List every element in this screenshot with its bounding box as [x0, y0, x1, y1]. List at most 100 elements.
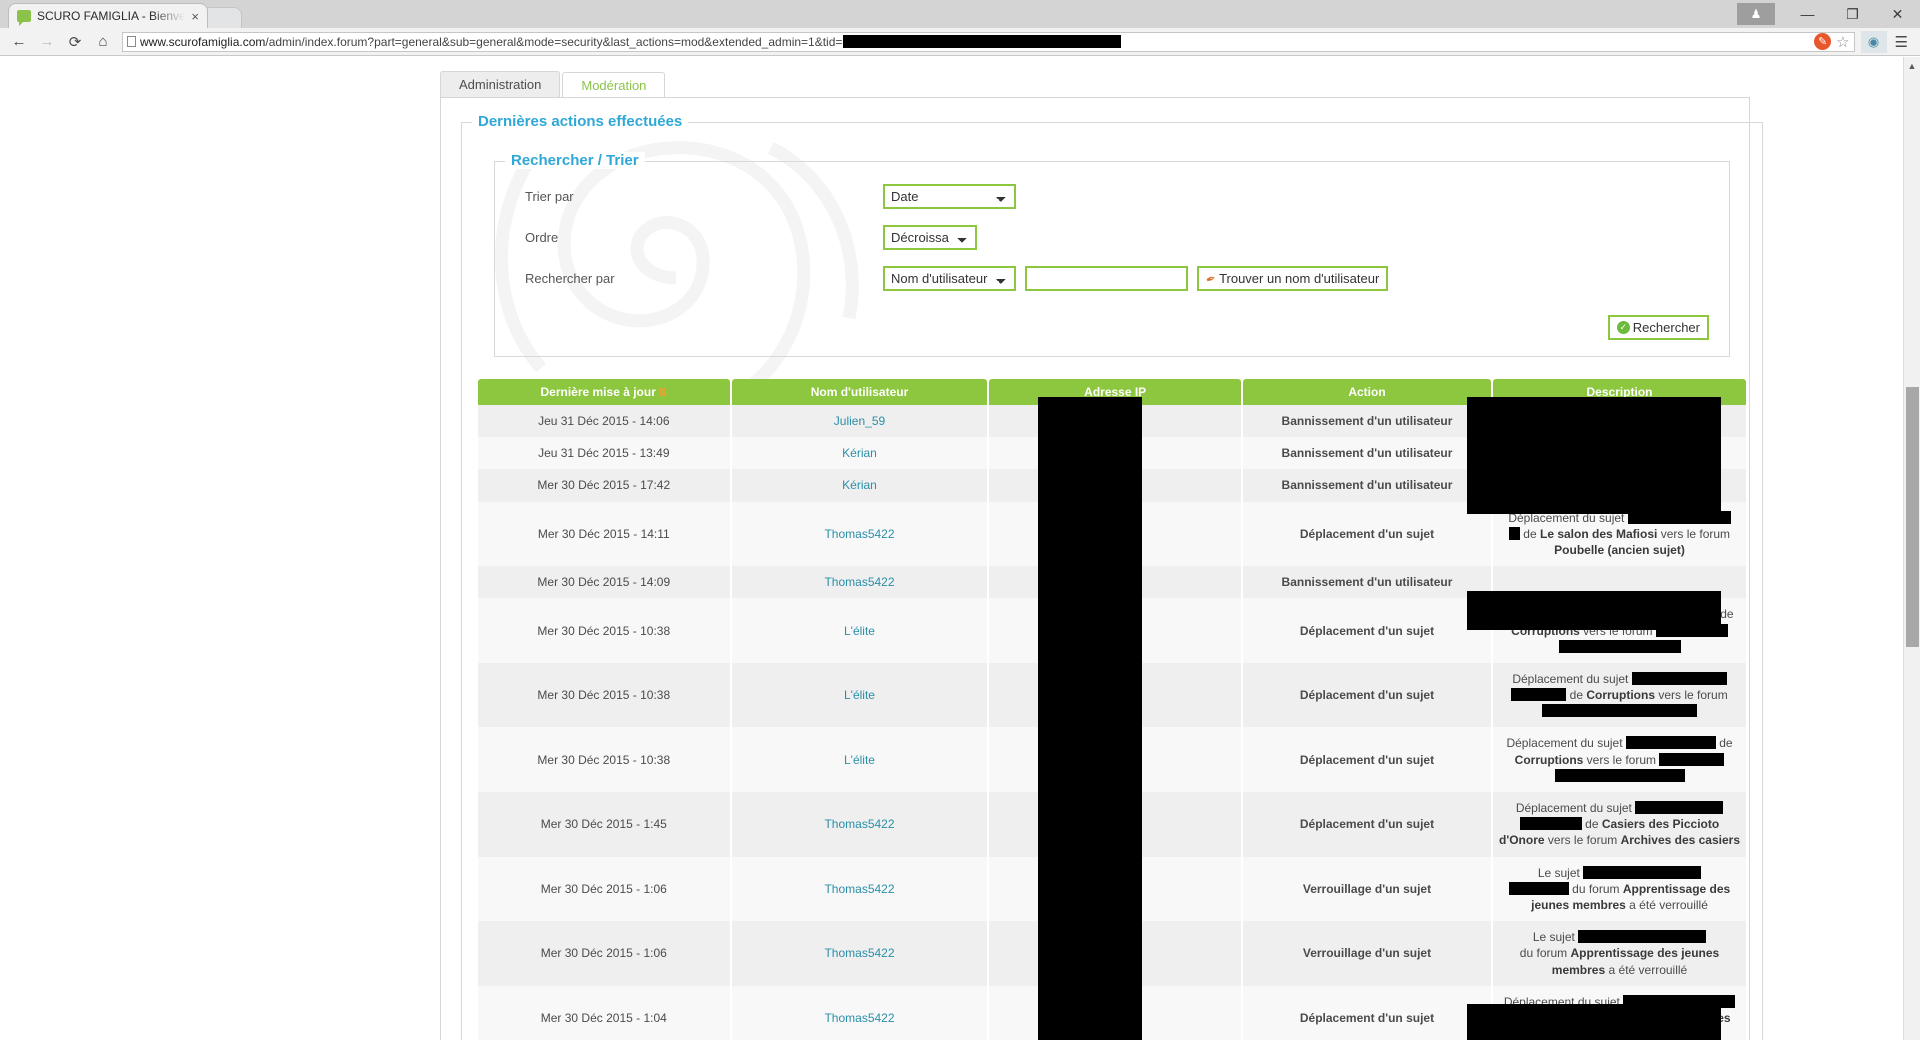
cell-username: Julien_59: [731, 405, 988, 438]
profile-icon[interactable]: ♟: [1737, 3, 1775, 25]
cell-action: Bannissement d'un utilisateur: [1242, 469, 1492, 502]
cell-description: Le sujet du forum Apprentissage des jeun…: [1493, 921, 1746, 986]
page-content: Administration Modération Dernières acti…: [0, 57, 1880, 1040]
browser-window: SCURO FAMIGLIA - Bienve × ♟ — ❐ ✕ ← → ⟳ …: [0, 0, 1920, 1040]
cell-action: Déplacement d'un sujet: [1242, 727, 1492, 792]
username-link[interactable]: Kérian: [842, 446, 877, 460]
header-action[interactable]: Action: [1242, 379, 1492, 405]
content-wrapper: Administration Modération Dernières acti…: [0, 57, 1880, 1040]
cell-date: Mer 30 Déc 2015 - 1:06: [478, 856, 730, 922]
search-by-row: Rechercher par Nom d'utilisateur ✒ Trouv…: [511, 266, 1713, 291]
tab-moderation-label: Modération: [581, 78, 647, 93]
tab-administration[interactable]: Administration: [440, 71, 561, 97]
header-last-update-label: Dernière mise à jour: [540, 385, 656, 399]
cell-action: Verrouillage d'un sujet: [1242, 856, 1492, 922]
sort-by-select[interactable]: Date: [883, 184, 1016, 209]
cell-action: Bannissement d'un utilisateur: [1242, 566, 1492, 599]
cell-action: Déplacement d'un sujet: [1242, 598, 1492, 663]
cell-username: L'élite: [731, 662, 988, 728]
address-bar[interactable]: www.scurofamiglia.com/admin/index.forum?…: [122, 31, 1855, 52]
check-circle-icon: ✓: [1616, 321, 1630, 334]
cell-username: Thomas5422: [731, 856, 988, 922]
username-link[interactable]: Thomas5422: [824, 1011, 894, 1025]
username-link[interactable]: L'élite: [844, 624, 875, 638]
close-icon[interactable]: ×: [191, 9, 199, 24]
cell-action: Déplacement d'un sujet: [1242, 501, 1492, 567]
username-link[interactable]: Julien_59: [834, 414, 885, 428]
search-submit-button[interactable]: ✓ Rechercher: [1607, 315, 1709, 340]
description-redaction-block-3: [1467, 1004, 1721, 1040]
cell-username: L'élite: [731, 598, 988, 663]
search-submit-row: ✓ Rechercher: [511, 307, 1713, 342]
bookmark-star-icon[interactable]: ☆: [1836, 33, 1849, 51]
camera-icon[interactable]: ◉: [1860, 30, 1887, 53]
last-actions-legend: Dernières actions effectuées: [472, 113, 689, 130]
scrollbar-thumb[interactable]: [1906, 387, 1919, 647]
tab-administration-label: Administration: [459, 77, 542, 92]
cell-description: Le sujet du forum Apprentissage des jeun…: [1493, 856, 1746, 922]
search-by-label: Rechercher par: [525, 271, 615, 286]
cell-date: Mer 30 Déc 2015 - 10:38: [478, 598, 730, 663]
new-tab-button[interactable]: [202, 7, 242, 28]
username-link[interactable]: Thomas5422: [824, 817, 894, 831]
search-sort-fieldset: Rechercher / Trier Trier par Date Ordre …: [494, 152, 1730, 357]
cell-date: Jeu 31 Déc 2015 - 13:49: [478, 437, 730, 470]
search-by-controls: Nom d'utilisateur ✒ Trouver un nom d'uti…: [883, 266, 1389, 291]
page-viewport: Administration Modération Dernières acti…: [0, 57, 1920, 1040]
cell-description: Déplacement du sujet de Corruptions vers…: [1493, 727, 1746, 792]
cell-date: Mer 30 Déc 2015 - 10:38: [478, 727, 730, 792]
description-redaction-block-2: [1467, 591, 1721, 630]
forward-icon: →: [39, 33, 55, 50]
scroll-up-arrow-icon[interactable]: ▲: [1904, 57, 1920, 74]
favicon: [17, 10, 31, 26]
cell-username: Thomas5422: [731, 921, 988, 986]
window-controls: ♟ — ❐ ✕: [1737, 0, 1920, 28]
maximize-button[interactable]: ❐: [1830, 0, 1875, 28]
cell-date: Jeu 31 Déc 2015 - 14:06: [478, 405, 730, 438]
cell-action: Bannissement d'un utilisateur: [1242, 437, 1492, 470]
cell-date: Mer 30 Déc 2015 - 17:42: [478, 469, 730, 502]
search-sort-legend: Rechercher / Trier: [505, 152, 645, 169]
tab-moderation[interactable]: Modération: [562, 72, 666, 98]
back-icon[interactable]: ←: [6, 30, 32, 54]
sort-by-label: Trier par: [525, 189, 574, 204]
username-link[interactable]: L'élite: [844, 688, 875, 702]
ip-redaction-block: [1038, 397, 1142, 1040]
url-path: /admin/index.forum?part=general&sub=gene…: [265, 34, 843, 49]
omnibox-actions: ✎ ☆: [1808, 33, 1850, 51]
cell-username: Thomas5422: [731, 792, 988, 857]
close-window-button[interactable]: ✕: [1875, 0, 1920, 28]
cell-description: Déplacement du sujet de Casiers des Picc…: [1493, 792, 1746, 857]
extension-icon[interactable]: ✎: [1814, 33, 1832, 50]
page-info-icon[interactable]: [127, 36, 136, 47]
order-row: Ordre Décroissant: [511, 225, 1713, 250]
cell-username: L'élite: [731, 727, 988, 792]
order-select[interactable]: Décroissant: [883, 225, 977, 250]
cell-username: Kérian: [731, 469, 988, 502]
url-host: www.scurofamiglia.com: [140, 34, 266, 49]
page-scrollbar[interactable]: ▲: [1903, 57, 1920, 1040]
cell-username: Thomas5422: [731, 501, 988, 567]
username-link[interactable]: Thomas5422: [824, 575, 894, 589]
header-last-update[interactable]: Dernière mise à jour ⇅: [478, 379, 730, 405]
home-icon[interactable]: ⌂: [90, 30, 116, 54]
cell-date: Mer 30 Déc 2015 - 14:09: [478, 566, 730, 599]
minimize-button[interactable]: —: [1785, 0, 1830, 28]
menu-icon[interactable]: ☰: [1889, 33, 1914, 51]
find-username-button[interactable]: ✒ Trouver un nom d'utilisateur: [1197, 266, 1389, 291]
browser-tab[interactable]: SCURO FAMIGLIA - Bienve ×: [8, 3, 208, 28]
reload-icon[interactable]: ⟳: [62, 30, 88, 54]
search-by-select[interactable]: Nom d'utilisateur: [883, 266, 1016, 291]
username-link[interactable]: Thomas5422: [824, 946, 894, 960]
search-input[interactable]: [1025, 266, 1188, 291]
username-link[interactable]: Thomas5422: [824, 882, 894, 896]
cell-date: Mer 30 Déc 2015 - 1:45: [478, 792, 730, 857]
cell-username: Kérian: [731, 437, 988, 470]
header-username[interactable]: Nom d'utilisateur: [731, 379, 988, 405]
username-link[interactable]: L'élite: [844, 753, 875, 767]
cell-action: Déplacement d'un sujet: [1242, 985, 1492, 1040]
cell-username: Thomas5422: [731, 566, 988, 599]
username-link[interactable]: Kérian: [842, 478, 877, 492]
username-link[interactable]: Thomas5422: [824, 527, 894, 541]
browser-tab-title: SCURO FAMIGLIA - Bienve: [37, 9, 186, 23]
